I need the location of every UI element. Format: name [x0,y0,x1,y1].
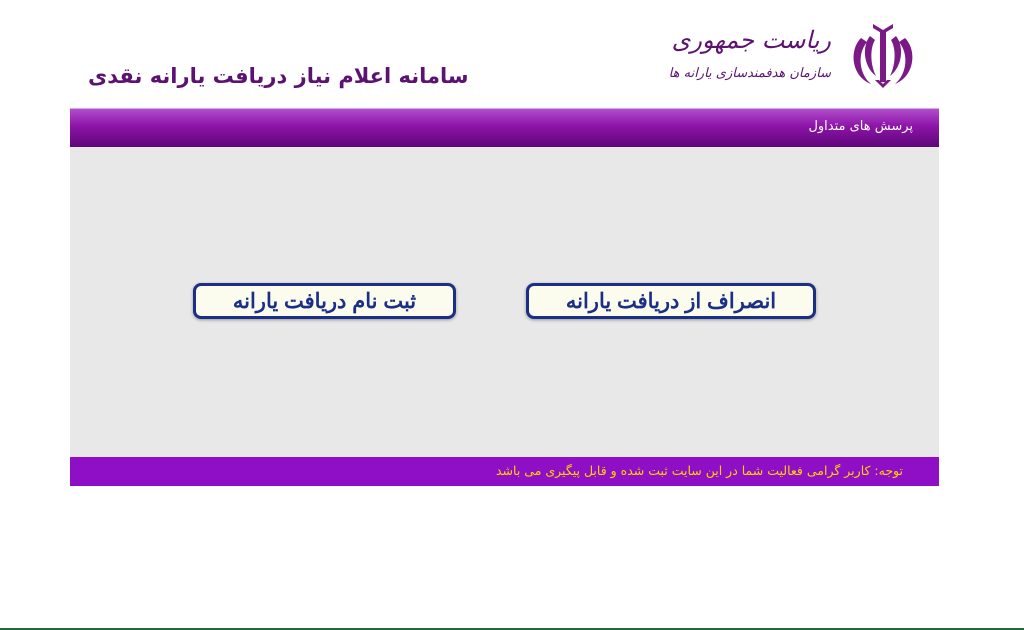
register-subsidy-button[interactable]: ثبت نام دریافت یارانه [193,283,456,319]
org-title: ریاست جمهوری [671,26,831,54]
nav-bar: پرسش های متداول [70,108,939,147]
org-subtitle: سازمان هدفمندسازی یارانه ها [668,66,831,81]
logo[interactable]: ریاست جمهوری سازمان هدفمندسازی یارانه ها [669,12,921,92]
cancel-subsidy-button[interactable]: انصراف از دریافت یارانه [526,283,816,319]
footer-bar: توجه: کاربر گرامی فعالیت شما در این سایت… [70,457,939,486]
nav-item-faq[interactable]: پرسش های متداول [808,119,913,134]
site-title: سامانه اعلام نیاز دریافت یارانه نقدی [88,64,469,88]
page-header: سامانه اعلام نیاز دریافت یارانه نقدی ریا… [70,0,939,108]
iran-emblem-icon [853,24,913,88]
main-content: انصراف از دریافت یارانه ثبت نام دریافت ی… [70,147,939,457]
activity-notice: توجه: کاربر گرامی فعالیت شما در این سایت… [495,463,903,478]
